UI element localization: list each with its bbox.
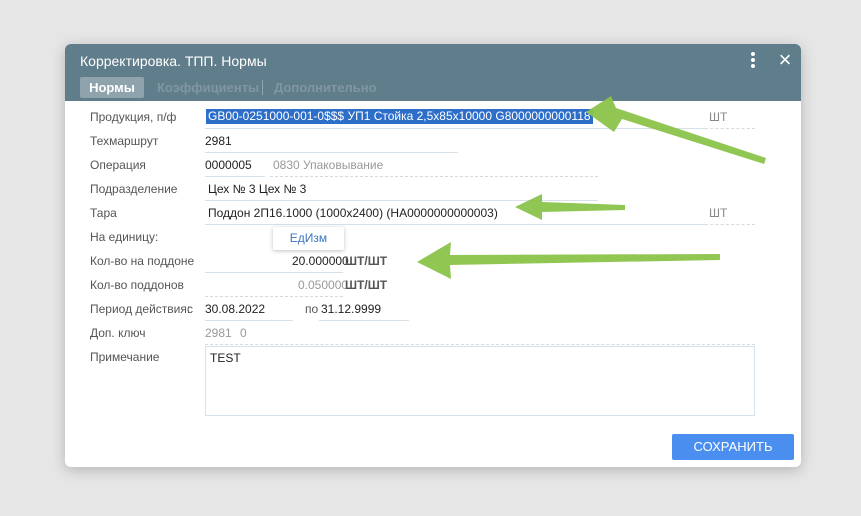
arrow-to-qty-icon (417, 242, 720, 279)
arrow-to-product-icon (586, 96, 766, 164)
annotation-arrows (417, 96, 766, 279)
arrow-to-tare-icon (515, 194, 625, 220)
